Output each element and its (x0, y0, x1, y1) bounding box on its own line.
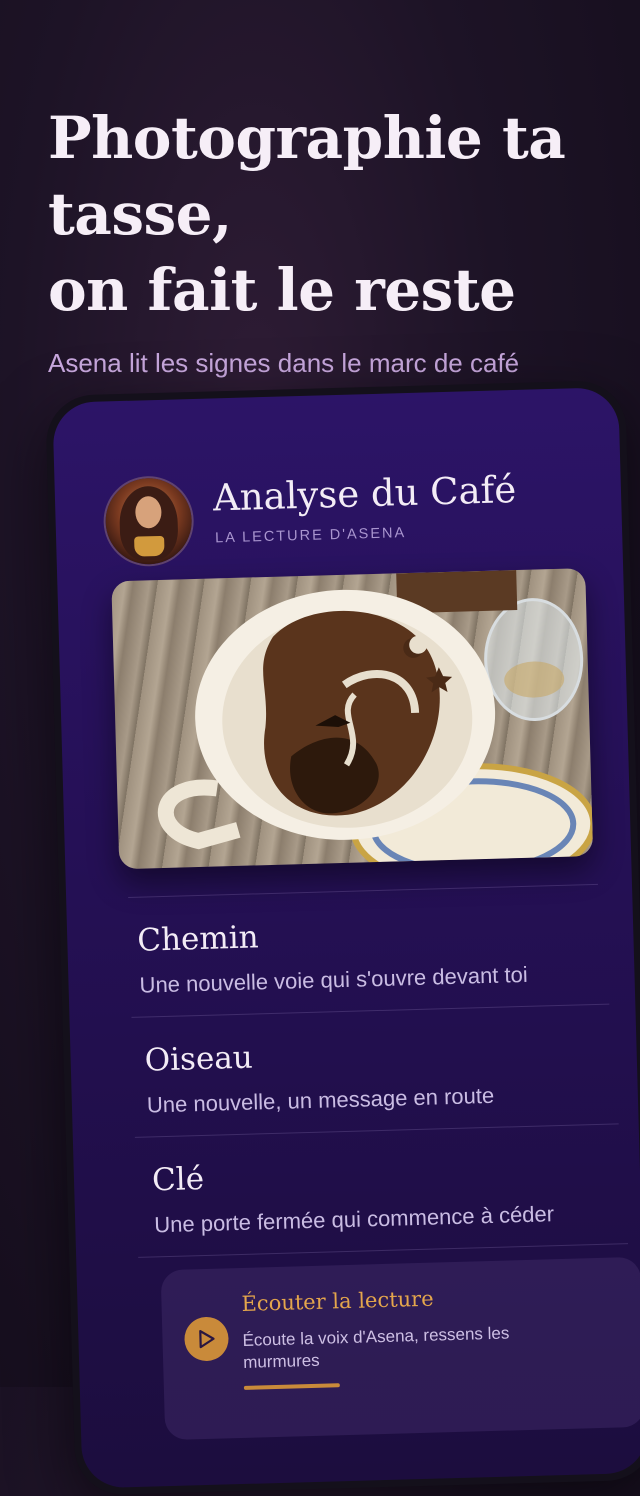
hero-title-line-3: on fait le reste (48, 256, 516, 324)
play-icon (199, 1330, 215, 1349)
app-subtitle: LA LECTURE D'ASENA (214, 525, 407, 547)
listen-description: Écoute la voix d'Asena, ressens les murm… (242, 1323, 510, 1372)
phone-frame: Analyse du Café LA LECTURE D'ASENA Chemi… (45, 379, 640, 1496)
app-title: Analyse du Café (212, 467, 517, 520)
asena-avatar (104, 477, 193, 566)
divider (131, 1003, 610, 1018)
coffee-cup-illustration (157, 570, 594, 870)
symbol-name: Chemin (136, 919, 260, 959)
divider (128, 883, 598, 898)
symbol-description: Une nouvelle, un message en route (146, 1082, 495, 1118)
avatar-cup (134, 535, 165, 557)
listen-reading-card[interactable]: Écouter la lecture Écoute la voix d'Asen… (160, 1256, 640, 1441)
play-button[interactable] (183, 1316, 230, 1362)
hero-subtitle: Asena lit les signes dans le marc de caf… (48, 348, 520, 378)
symbol-name: Oiseau (144, 1039, 254, 1079)
hero-title: Photographie ta tasse, on fait le reste (48, 100, 618, 328)
hero-title-line-1: Photographie ta (48, 104, 566, 172)
divider (138, 1243, 629, 1258)
symbol-description: Une porte fermée qui commence à céder (153, 1201, 555, 1238)
divider (134, 1123, 619, 1138)
listen-title: Écouter la lecture (241, 1286, 434, 1316)
coffee-cup-photo (111, 568, 594, 870)
symbol-description: Une nouvelle voie qui s'ouvre devant toi (139, 961, 529, 998)
phone-mockup: Analyse du Café LA LECTURE D'ASENA Chemi… (45, 379, 640, 1496)
app-screen: Analyse du Café LA LECTURE D'ASENA Chemi… (52, 387, 640, 1489)
hero-title-line-2: tasse, (48, 180, 232, 248)
symbol-name: Clé (151, 1160, 205, 1199)
